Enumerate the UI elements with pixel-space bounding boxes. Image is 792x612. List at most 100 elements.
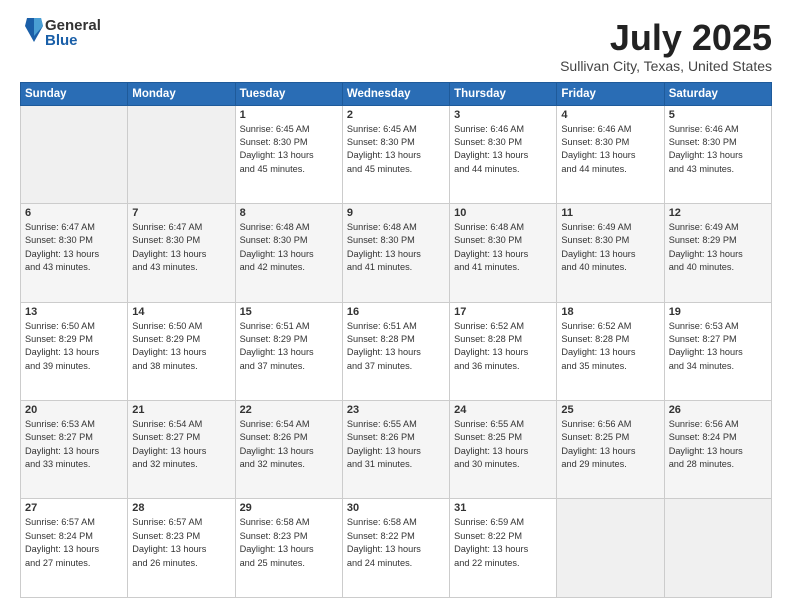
col-wednesday: Wednesday (342, 82, 449, 105)
day-info: Sunrise: 6:46 AM Sunset: 8:30 PM Dayligh… (669, 123, 767, 176)
table-row: 28Sunrise: 6:57 AM Sunset: 8:23 PM Dayli… (128, 499, 235, 598)
table-row: 2 Sunrise: 6:45 AM Sunset: 8:30 PM Daylig… (342, 105, 449, 203)
calendar-week-row: 1 Sunrise: 6:45 AM Sunset: 8:30 PM Daylig… (21, 105, 772, 203)
logo-icon (23, 16, 45, 44)
day-info: Sunrise: 6:51 AM Sunset: 8:28 PM Dayligh… (347, 320, 445, 373)
table-row (557, 499, 664, 598)
col-saturday: Saturday (664, 82, 771, 105)
table-row: 30 Sunrise: 6:58 AM Sunset: 8:22 PM Dayli… (342, 499, 449, 598)
day-number: 20 (25, 404, 123, 416)
day-info: Sunrise: 6:54 AM Sunset: 8:27 PM Dayligh… (132, 418, 230, 471)
day-number: 24 (454, 404, 552, 416)
day-info: Sunrise: 6:56 AM Sunset: 8:25 PM Dayligh… (561, 418, 659, 471)
table-row: 18 Sunrise: 6:52 AM Sunset: 8:28 PM Dayli… (557, 302, 664, 400)
table-row: 1 Sunrise: 6:45 AM Sunset: 8:30 PM Daylig… (235, 105, 342, 203)
day-number: 2 (347, 109, 445, 121)
day-info: Sunrise: 6:47 AM Sunset: 8:30 PM Dayligh… (25, 221, 123, 274)
table-row: 6 Sunrise: 6:47 AM Sunset: 8:30 PM Daylig… (21, 204, 128, 302)
day-info: Sunrise: 6:45 AM Sunset: 8:30 PM Dayligh… (240, 123, 338, 176)
logo-general-text: General (45, 18, 101, 33)
day-info: Sunrise: 6:51 AM Sunset: 8:29 PM Dayligh… (240, 320, 338, 373)
day-number: 29 (240, 502, 338, 514)
table-row (664, 499, 771, 598)
table-row: 22 Sunrise: 6:54 AM Sunset: 8:26 PM Dayli… (235, 401, 342, 499)
table-row: 3Sunrise: 6:46 AM Sunset: 8:30 PM Daylig… (450, 105, 557, 203)
day-info: Sunrise: 6:50 AM Sunset: 8:29 PM Dayligh… (25, 320, 123, 373)
day-number: 5 (669, 109, 767, 121)
day-info: Sunrise: 6:54 AM Sunset: 8:26 PM Dayligh… (240, 418, 338, 471)
table-row: 26 Sunrise: 6:56 AM Sunset: 8:24 PM Dayli… (664, 401, 771, 499)
calendar-week-row: 27Sunrise: 6:57 AM Sunset: 8:24 PM Dayli… (21, 499, 772, 598)
day-number: 8 (240, 207, 338, 219)
day-number: 14 (132, 306, 230, 318)
table-row: 23 Sunrise: 6:55 AM Sunset: 8:26 PM Dayli… (342, 401, 449, 499)
day-number: 28 (132, 502, 230, 514)
calendar-week-row: 6 Sunrise: 6:47 AM Sunset: 8:30 PM Daylig… (21, 204, 772, 302)
table-row: 27Sunrise: 6:57 AM Sunset: 8:24 PM Dayli… (21, 499, 128, 598)
day-number: 3 (454, 109, 552, 121)
day-info: Sunrise: 6:58 AM Sunset: 8:22 PM Dayligh… (347, 516, 445, 569)
day-number: 31 (454, 502, 552, 514)
day-number: 30 (347, 502, 445, 514)
day-number: 10 (454, 207, 552, 219)
day-info: Sunrise: 6:49 AM Sunset: 8:30 PM Dayligh… (561, 221, 659, 274)
table-row: 19Sunrise: 6:53 AM Sunset: 8:27 PM Dayli… (664, 302, 771, 400)
calendar-header-row: Sunday Monday Tuesday Wednesday Thursday… (21, 82, 772, 105)
table-row: 21Sunrise: 6:54 AM Sunset: 8:27 PM Dayli… (128, 401, 235, 499)
table-row: 14 Sunrise: 6:50 AM Sunset: 8:29 PM Dayli… (128, 302, 235, 400)
month-title: July 2025 (560, 18, 772, 58)
col-tuesday: Tuesday (235, 82, 342, 105)
day-number: 23 (347, 404, 445, 416)
calendar-table: Sunday Monday Tuesday Wednesday Thursday… (20, 82, 772, 598)
day-info: Sunrise: 6:52 AM Sunset: 8:28 PM Dayligh… (561, 320, 659, 373)
day-number: 18 (561, 306, 659, 318)
day-number: 11 (561, 207, 659, 219)
table-row: 12 Sunrise: 6:49 AM Sunset: 8:29 PM Dayli… (664, 204, 771, 302)
title-block: July 2025 Sullivan City, Texas, United S… (560, 18, 772, 74)
table-row: 5 Sunrise: 6:46 AM Sunset: 8:30 PM Daylig… (664, 105, 771, 203)
day-info: Sunrise: 6:48 AM Sunset: 8:30 PM Dayligh… (240, 221, 338, 274)
day-info: Sunrise: 6:49 AM Sunset: 8:29 PM Dayligh… (669, 221, 767, 274)
day-number: 1 (240, 109, 338, 121)
table-row: 25Sunrise: 6:56 AM Sunset: 8:25 PM Dayli… (557, 401, 664, 499)
day-info: Sunrise: 6:45 AM Sunset: 8:30 PM Dayligh… (347, 123, 445, 176)
table-row: 13 Sunrise: 6:50 AM Sunset: 8:29 PM Dayli… (21, 302, 128, 400)
day-number: 6 (25, 207, 123, 219)
day-number: 7 (132, 207, 230, 219)
calendar-week-row: 13 Sunrise: 6:50 AM Sunset: 8:29 PM Dayli… (21, 302, 772, 400)
day-info: Sunrise: 6:50 AM Sunset: 8:29 PM Dayligh… (132, 320, 230, 373)
day-number: 13 (25, 306, 123, 318)
day-info: Sunrise: 6:55 AM Sunset: 8:26 PM Dayligh… (347, 418, 445, 471)
location-text: Sullivan City, Texas, United States (560, 58, 772, 74)
day-info: Sunrise: 6:58 AM Sunset: 8:23 PM Dayligh… (240, 516, 338, 569)
day-number: 4 (561, 109, 659, 121)
logo-blue-text: Blue (45, 33, 101, 48)
table-row: 10 Sunrise: 6:48 AM Sunset: 8:30 PM Dayli… (450, 204, 557, 302)
table-row (128, 105, 235, 203)
table-row: 16 Sunrise: 6:51 AM Sunset: 8:28 PM Dayli… (342, 302, 449, 400)
day-info: Sunrise: 6:46 AM Sunset: 8:30 PM Dayligh… (561, 123, 659, 176)
day-info: Sunrise: 6:53 AM Sunset: 8:27 PM Dayligh… (669, 320, 767, 373)
calendar-week-row: 20 Sunrise: 6:53 AM Sunset: 8:27 PM Dayli… (21, 401, 772, 499)
table-row: 31 Sunrise: 6:59 AM Sunset: 8:22 PM Dayli… (450, 499, 557, 598)
day-number: 16 (347, 306, 445, 318)
day-number: 26 (669, 404, 767, 416)
day-info: Sunrise: 6:47 AM Sunset: 8:30 PM Dayligh… (132, 221, 230, 274)
table-row: 8 Sunrise: 6:48 AM Sunset: 8:30 PM Daylig… (235, 204, 342, 302)
table-row: 20 Sunrise: 6:53 AM Sunset: 8:27 PM Dayli… (21, 401, 128, 499)
day-number: 17 (454, 306, 552, 318)
table-row: 17 Sunrise: 6:52 AM Sunset: 8:28 PM Dayli… (450, 302, 557, 400)
day-number: 22 (240, 404, 338, 416)
day-info: Sunrise: 6:52 AM Sunset: 8:28 PM Dayligh… (454, 320, 552, 373)
col-monday: Monday (128, 82, 235, 105)
day-info: Sunrise: 6:48 AM Sunset: 8:30 PM Dayligh… (454, 221, 552, 274)
table-row: 4 Sunrise: 6:46 AM Sunset: 8:30 PM Daylig… (557, 105, 664, 203)
col-friday: Friday (557, 82, 664, 105)
day-info: Sunrise: 6:53 AM Sunset: 8:27 PM Dayligh… (25, 418, 123, 471)
day-info: Sunrise: 6:56 AM Sunset: 8:24 PM Dayligh… (669, 418, 767, 471)
table-row: 15Sunrise: 6:51 AM Sunset: 8:29 PM Dayli… (235, 302, 342, 400)
day-number: 12 (669, 207, 767, 219)
day-info: Sunrise: 6:59 AM Sunset: 8:22 PM Dayligh… (454, 516, 552, 569)
day-info: Sunrise: 6:55 AM Sunset: 8:25 PM Dayligh… (454, 418, 552, 471)
table-row: 29 Sunrise: 6:58 AM Sunset: 8:23 PM Dayli… (235, 499, 342, 598)
